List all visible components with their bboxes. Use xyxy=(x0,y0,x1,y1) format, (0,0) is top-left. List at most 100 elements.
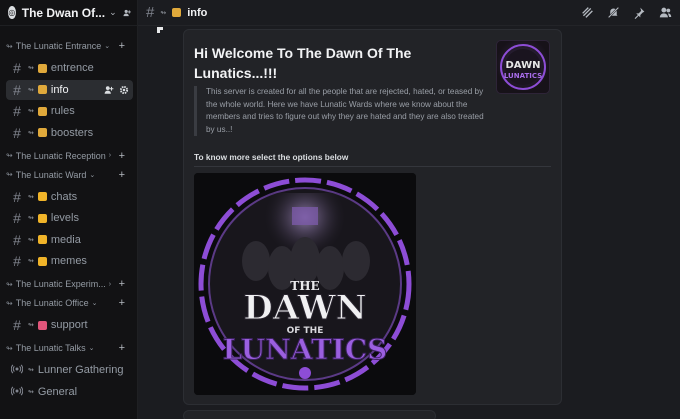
embed-field-label: To know more select the options below xyxy=(194,152,349,162)
server-logo-icon: ◎ xyxy=(8,6,16,19)
thumb-art-text-2: LUNATICS xyxy=(504,72,542,80)
channel-label: General xyxy=(37,385,78,398)
text-channel-icon: # xyxy=(13,124,21,141)
channel-label: levels xyxy=(50,212,79,224)
text-channel-icon: # xyxy=(13,231,21,248)
channel-label: memes xyxy=(50,255,87,267)
channel-title: info xyxy=(187,6,208,19)
text-channel-icon: # xyxy=(13,210,21,226)
text-channel-icon: # xyxy=(146,4,155,21)
category-name: The Lunatic Ward xyxy=(15,169,87,180)
category-name: The Lunatic Experim... xyxy=(15,279,106,289)
channel-item[interactable]: ↬ Lunner Gathering xyxy=(6,360,133,380)
threads-icon[interactable] xyxy=(581,6,594,19)
arrow-decoration-icon: ↬ xyxy=(28,258,34,265)
channel-list: ↬ The Lunatic Entrance ⌄ + # ↬ entrence # ↬ info #… xyxy=(0,26,137,402)
arrow-decoration-icon: ↬ xyxy=(28,215,34,222)
thumb-art-text: DAWN xyxy=(506,60,541,71)
text-channel-icon: # xyxy=(13,103,21,119)
channel-item[interactable]: # ↬ entrence xyxy=(6,58,133,78)
create-channel-button[interactable]: + xyxy=(119,342,133,354)
category-header[interactable]: ↬ The Lunatic Entrance ⌄ + xyxy=(6,40,133,52)
text-channel-icon: # xyxy=(13,60,21,76)
arrow-decoration-icon: ↬ xyxy=(28,322,34,329)
welcome-embed: Hi Welcome To The Dawn Of The Lunatics..… xyxy=(183,29,562,405)
chevron-right-icon: › xyxy=(108,152,112,159)
channel-sidebar: ◎ The Dwan Of... ⌄ ↬ The Lunatic Entrance… xyxy=(0,0,138,419)
create-channel-button[interactable]: + xyxy=(119,169,133,181)
invite-people-icon[interactable] xyxy=(123,6,131,20)
arrow-decoration-icon: ↬ xyxy=(28,388,34,396)
channel-item[interactable]: # ↬ info xyxy=(6,79,133,100)
arrow-decoration-icon: ↬ xyxy=(28,108,34,115)
embed-description: This server is created for all the peopl… xyxy=(194,86,490,137)
channel-emoji-icon xyxy=(37,256,47,266)
server-name: The Dwan Of... xyxy=(21,5,106,20)
category-header[interactable]: ↬ The Lunatic Ward ⌄ + xyxy=(6,169,133,181)
pin-icon[interactable] xyxy=(633,6,646,19)
channel-item[interactable]: # ↬ boosters xyxy=(6,123,133,143)
category-name: The Lunatic Talks xyxy=(15,343,86,353)
category-name: The Lunatic Entrance xyxy=(15,41,102,51)
dawn-of-lunatics-artwork: THE DAWN OF THE LUNATICS xyxy=(194,173,416,395)
embed-thumbnail[interactable]: DAWN LUNATICS xyxy=(496,40,550,94)
channel-emoji-icon xyxy=(37,235,47,244)
create-channel-button[interactable]: + xyxy=(119,297,133,309)
arrow-decoration-icon: ↬ xyxy=(28,86,34,94)
category-arrow-icon: ↬ xyxy=(6,41,13,51)
embed-divider xyxy=(194,166,551,167)
channel-item[interactable]: # ↬ memes xyxy=(6,251,133,271)
channel-item[interactable]: # ↬ rules xyxy=(6,101,133,121)
mute-bell-icon[interactable] xyxy=(607,6,620,19)
channel-label: chats xyxy=(50,190,78,203)
channel-label: support xyxy=(50,319,88,331)
channel-emoji-icon xyxy=(37,106,47,116)
channel-item[interactable]: # ↬ media xyxy=(6,230,133,250)
create-channel-button[interactable]: + xyxy=(119,40,133,52)
category-arrow-icon: ↬ xyxy=(6,343,13,353)
category-header[interactable]: ↬ The Lunatic Experim... › + xyxy=(6,278,133,290)
category-arrow-icon: ↬ xyxy=(6,151,13,160)
channel-label: entrence xyxy=(50,62,94,74)
invite-people-icon[interactable] xyxy=(104,85,114,95)
arrow-decoration-icon: ↬ xyxy=(160,9,167,17)
channel-item[interactable]: # ↬ levels xyxy=(6,208,133,228)
arrow-decoration-icon: ↬ xyxy=(28,193,34,201)
category-header[interactable]: ↬ The Lunatic Office ⌄ + xyxy=(6,297,133,309)
channel-label: boosters xyxy=(50,126,94,139)
channel-item[interactable]: # ↬ chats xyxy=(6,187,133,207)
category-header[interactable]: ↬ The Lunatic Talks ⌄ + xyxy=(6,342,133,354)
gear-icon[interactable] xyxy=(119,85,129,95)
arrow-decoration-icon: ↬ xyxy=(28,65,34,72)
channel-emoji-icon xyxy=(37,320,47,330)
category-name: The Lunatic Office xyxy=(15,298,89,308)
embed-image[interactable]: THE DAWN OF THE LUNATICS xyxy=(194,173,416,395)
main-chat-area: # ↬ info Hi Welcome To The Dawn Of The L… xyxy=(138,0,680,419)
voice-channel-icon xyxy=(10,363,24,377)
channel-header: # ↬ info xyxy=(138,0,680,26)
category-header[interactable]: ↬ The Lunatic Reception › + xyxy=(6,150,133,162)
art-text-lunatics: LUNATICS xyxy=(223,333,388,366)
member-list-icon[interactable] xyxy=(659,6,672,19)
channel-emoji-icon xyxy=(37,192,47,201)
chevron-down-icon: ⌄ xyxy=(89,171,96,179)
channel-item[interactable]: # ↬ support xyxy=(6,315,133,335)
create-channel-button[interactable]: + xyxy=(119,278,133,290)
channel-item[interactable]: ↬ General xyxy=(6,382,133,402)
category-arrow-icon: ↬ xyxy=(6,279,13,289)
server-header[interactable]: ◎ The Dwan Of... ⌄ xyxy=(0,0,137,26)
text-channel-icon: # xyxy=(13,253,21,269)
category-arrow-icon: ↬ xyxy=(6,298,13,308)
text-channel-icon: # xyxy=(13,317,21,333)
channel-emoji-icon xyxy=(37,128,47,137)
art-text-dawn: DAWN xyxy=(243,288,366,328)
chevron-down-icon: ⌄ xyxy=(109,7,117,17)
channel-emoji-icon xyxy=(37,63,47,73)
header-toolbar xyxy=(581,6,680,19)
channel-label: rules xyxy=(50,105,75,117)
create-channel-button[interactable]: + xyxy=(119,150,133,162)
next-embed-edge xyxy=(183,410,436,419)
text-channel-icon: # xyxy=(13,188,21,205)
chevron-down-icon: ⌄ xyxy=(88,345,95,352)
arrow-decoration-icon: ↬ xyxy=(28,236,34,244)
